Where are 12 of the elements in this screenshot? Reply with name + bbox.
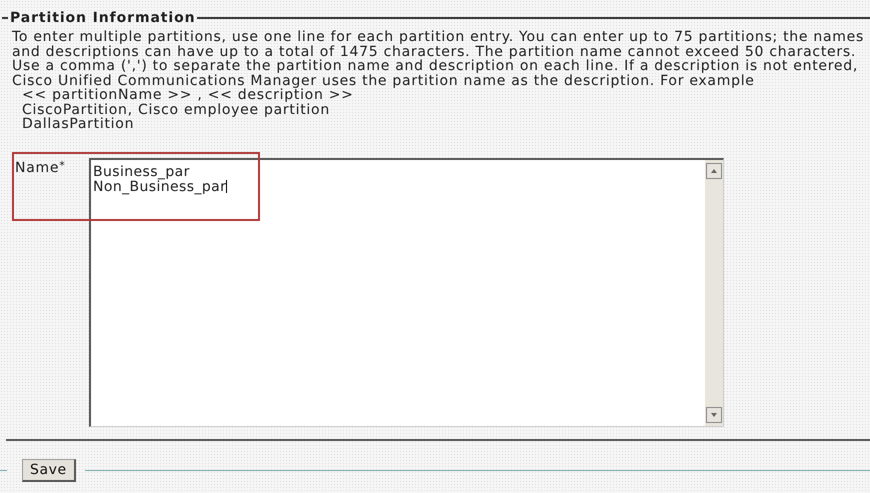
scroll-down-icon[interactable] [706,406,722,422]
section-title: Partition Information [9,10,196,26]
scrollbar[interactable] [705,160,723,426]
required-mark: * [59,160,66,170]
example-line: << partitionName >> , << description >> [22,88,355,102]
field-label: Name [15,160,60,176]
name-field[interactable]: Business_par Non_Business_par [89,158,724,426]
scroll-up-icon[interactable] [706,162,722,178]
example-line: DallasPartition [22,117,136,132]
example-line: CiscoPartition, Cisco employee partition [22,102,331,117]
instructions-text: To enter multiple partitions, use one line for each partition entry. You can enter up to 75 partitions; the names and descriptions can have up to a total of 1475 characters. The partition name cannot exceed 50 characters. Use a comma (',') to separate the partition name and description on each line. If a description is not entered, Cisco Unified Communications Manager uses the partition name as the description. For example [12,30,864,88]
save-button[interactable]: Save [22,458,76,482]
